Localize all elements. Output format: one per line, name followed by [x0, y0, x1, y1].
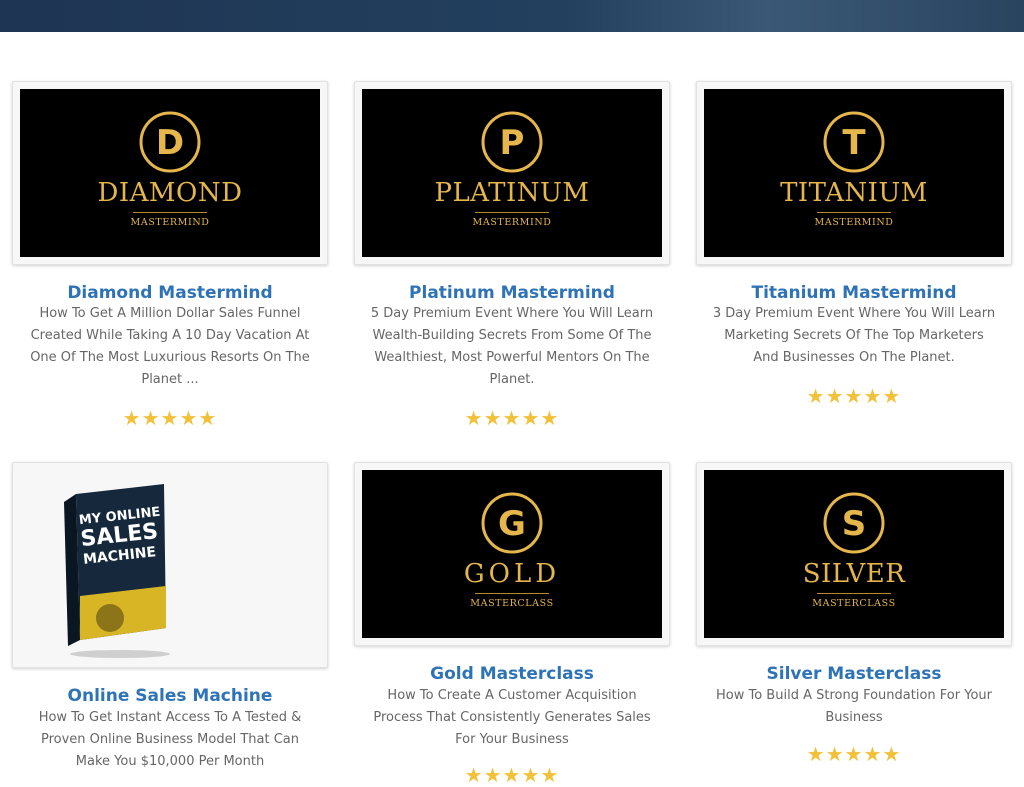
product-title[interactable]: Silver Masterclass [684, 663, 1024, 685]
svg-text:T: T [842, 123, 866, 163]
silver-emblem-icon: S [823, 492, 885, 554]
product-thumbnail[interactable]: S SILVER MASTERCLASS [696, 462, 1012, 646]
brand-name: PLATINUM [434, 178, 590, 208]
product-thumbnail[interactable]: G GOLD MASTERCLASS [354, 462, 670, 646]
svg-text:S: S [842, 504, 867, 544]
product-title[interactable]: Diamond Mastermind [0, 282, 340, 304]
titanium-emblem-icon: T [823, 111, 885, 173]
divider [817, 593, 891, 594]
product-thumbnail[interactable]: MY ONLINE SALES MACHINE [12, 462, 328, 668]
gold-emblem-icon: G [481, 492, 543, 554]
divider [475, 212, 549, 213]
hero-banner [0, 0, 1024, 32]
product-description: How To Create A Customer Acquisition Pro… [373, 688, 651, 747]
brand-name: DIAMOND [97, 178, 243, 208]
product-description: How To Build A Strong Foundation For You… [716, 688, 992, 725]
product-title[interactable]: Platinum Mastermind [342, 282, 682, 304]
book-cover-icon: MY ONLINE SALES MACHINE [64, 484, 170, 658]
star-rating: ★★★★★ [806, 742, 902, 766]
platinum-emblem-icon: P [481, 111, 543, 173]
brand-subtitle: MASTERCLASS [470, 598, 554, 609]
star-rating: ★★★★★ [122, 406, 218, 430]
star-rating: ★★★★★ [464, 406, 560, 430]
product-description: 3 Day Premium Event Where You Will Learn… [712, 306, 996, 365]
brand-name: GOLD [463, 559, 561, 589]
divider [475, 593, 549, 594]
product-title[interactable]: Online Sales Machine [0, 685, 340, 707]
product-thumbnail[interactable]: P PLATINUM MASTERMIND [354, 81, 670, 265]
divider [817, 212, 891, 213]
diamond-emblem-icon: D [139, 111, 201, 173]
svg-text:G: G [498, 504, 526, 544]
brand-subtitle: MASTERMIND [814, 217, 894, 228]
product-thumbnail[interactable]: D DIAMOND MASTERMIND [12, 81, 328, 265]
brand-name: TITANIUM [780, 178, 928, 208]
svg-text:D: D [156, 123, 184, 163]
product-description: 5 Day Premium Event Where You Will Learn… [370, 306, 654, 387]
brand-subtitle: MASTERMIND [472, 217, 552, 228]
svg-text:P: P [500, 123, 525, 163]
brand-subtitle: MASTERMIND [130, 217, 210, 228]
brand-subtitle: MASTERCLASS [812, 598, 896, 609]
product-title[interactable]: Titanium Mastermind [684, 282, 1024, 304]
divider [133, 212, 207, 213]
product-description: How To Get A Million Dollar Sales Funnel… [30, 306, 310, 387]
brand-name: SILVER [802, 559, 906, 589]
product-description: How To Get Instant Access To A Tested & … [38, 710, 302, 769]
product-thumbnail[interactable]: T TITANIUM MASTERMIND [696, 81, 1012, 265]
star-rating: ★★★★★ [806, 384, 902, 408]
product-title[interactable]: Gold Masterclass [342, 663, 682, 685]
